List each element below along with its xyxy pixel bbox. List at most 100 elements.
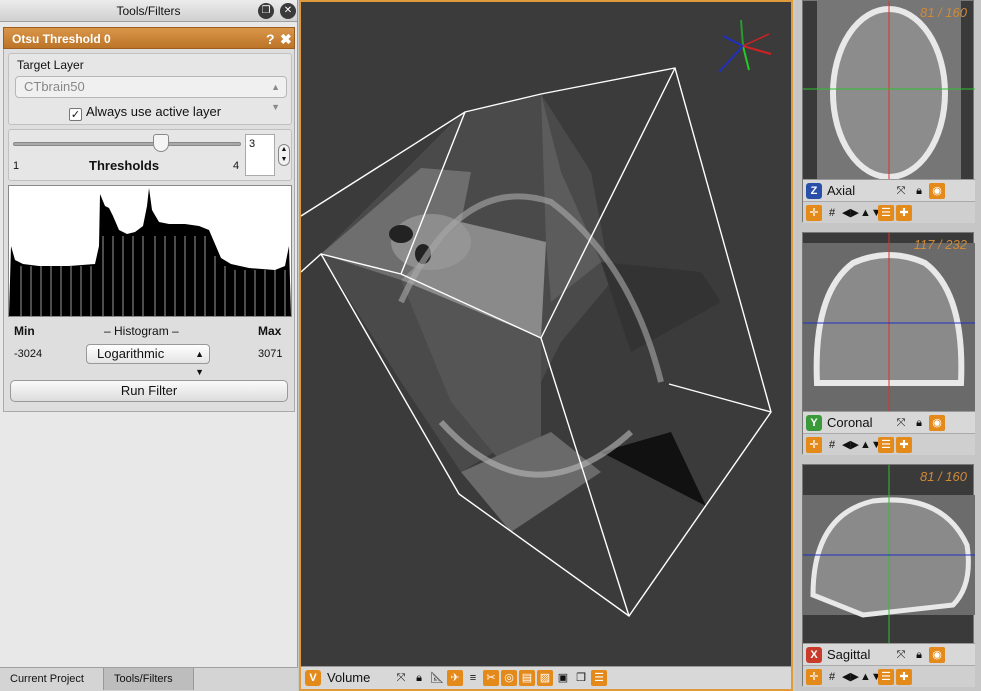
picking-icon[interactable]: ✚ <box>896 669 912 685</box>
target-layer-select[interactable]: CTbrain50 ▲ ▼ <box>15 76 287 112</box>
sagittal-badge: X <box>806 647 822 663</box>
slider-max-label: 4 <box>233 160 240 172</box>
volume-view-toolbar: V Volume ⤧ 🔒︎ 📐︎ ✈ ≡ ✂ ◎ ▤ ▨ ▣ ❒ ☰ <box>301 666 791 689</box>
maximize-view-icon[interactable]: ⤧ <box>893 415 909 431</box>
eye-icon[interactable]: ◉ <box>929 415 945 431</box>
orientation-axes-icon <box>718 19 772 73</box>
sagittal-title-bar: X Sagittal ⤧ 🔒︎ ◉ <box>803 643 975 665</box>
overlay-icon[interactable]: ▣ <box>555 670 571 686</box>
grid-icon[interactable]: # <box>824 669 840 685</box>
coronal-view[interactable]: 117 / 232 Y Coronal ⤧ 🔒︎ ◉ ✛ # ◀▶ ▲▼ ☰ ✚ <box>802 232 975 455</box>
thresholds-group: 1 Thresholds 4 3 ▲ ▼ <box>8 129 292 181</box>
stack-icon[interactable]: ≡ <box>465 670 481 686</box>
flip-vertical-icon[interactable]: ▲▼ <box>860 669 882 685</box>
grid-icon[interactable]: # <box>824 205 840 221</box>
crosshair-icon[interactable]: ✛ <box>806 669 822 685</box>
flip-vertical-icon[interactable]: ▲▼ <box>860 437 882 453</box>
close-icon[interactable]: ✕ <box>280 3 296 19</box>
axial-title-icons: ⤧ 🔒︎ ◉ <box>893 183 945 199</box>
select-arrows-icon: ▲ ▼ <box>195 349 204 377</box>
close-filter-icon[interactable]: ✖ <box>280 28 292 50</box>
volume-view-title: Volume <box>327 670 371 685</box>
volume-badge: V <box>305 670 321 686</box>
tools-filters-panel: Tools/Filters ❐ ✕ Otsu Threshold 0 ? ✖ T… <box>0 0 298 691</box>
maximize-view-icon[interactable]: ⤧ <box>393 670 409 686</box>
thresholds-stepper[interactable]: ▲ ▼ <box>278 144 290 166</box>
flip-vertical-icon[interactable]: ▲▼ <box>860 205 882 221</box>
target-layer-label: Target Layer <box>17 58 84 72</box>
thresholds-slider-track[interactable] <box>13 142 241 146</box>
eye-icon[interactable]: ◉ <box>929 183 945 199</box>
tab-tools-filters[interactable]: Tools/Filters <box>104 668 194 690</box>
volume-toolbar-icons: ⤧ 🔒︎ 📐︎ ✈ ≡ ✂ ◎ ▤ ▨ ▣ ❒ ☰ <box>393 670 607 686</box>
histogram-mode-select[interactable]: Logarithmic ▲ ▼ <box>86 344 210 377</box>
slice-views-panel: 81 / 160 Z Axial ⤧ 🔒︎ ◉ ✛ # ◀▶ ▲▼ ☰ ✚ 11… <box>795 0 981 691</box>
sagittal-tool-bar: ✛ # ◀▶ ▲▼ ☰ ✚ <box>803 665 975 687</box>
volume-render <box>301 67 772 617</box>
save-view-icon[interactable]: ▤ <box>519 670 535 686</box>
axial-title-bar: Z Axial ⤧ 🔒︎ ◉ <box>803 179 975 201</box>
grid-icon[interactable]: # <box>824 437 840 453</box>
maximize-view-icon[interactable]: ⤧ <box>893 183 909 199</box>
lock-icon[interactable]: 🔒︎ <box>911 183 927 199</box>
coronal-title: Coronal <box>827 415 873 430</box>
crosshair-icon[interactable]: ✛ <box>806 437 822 453</box>
picking-icon[interactable]: ✚ <box>896 205 912 221</box>
histogram-max-label: Max <box>258 324 282 338</box>
thresholds-label: Thresholds <box>89 158 160 173</box>
axial-slice-image <box>803 1 975 179</box>
iso-icon[interactable]: ◎ <box>501 670 517 686</box>
lock-icon[interactable]: 🔒︎ <box>911 415 927 431</box>
flip-horizontal-icon[interactable]: ◀▶ <box>842 437 859 453</box>
eye-icon[interactable]: ◉ <box>929 647 945 663</box>
thresholds-slider-thumb[interactable] <box>153 134 169 152</box>
slider-min-label: 1 <box>13 160 20 172</box>
coronal-tool-bar: ✛ # ◀▶ ▲▼ ☰ ✚ <box>803 433 975 455</box>
camera-icon[interactable]: ✈ <box>447 670 463 686</box>
notes-icon[interactable]: ☰ <box>591 670 607 686</box>
panel-title: Tools/Filters <box>116 4 181 18</box>
notes-icon[interactable]: ☰ <box>878 437 894 453</box>
cube-icon[interactable]: ❒ <box>573 670 589 686</box>
histogram-title: – Histogram – <box>104 324 179 338</box>
volume-3d-view[interactable]: V Volume ⤧ 🔒︎ 📐︎ ✈ ≡ ✂ ◎ ▤ ▨ ▣ ❒ ☰ <box>299 0 793 691</box>
target-layer-value: CTbrain50 <box>24 79 85 94</box>
flip-horizontal-icon[interactable]: ◀▶ <box>842 669 859 685</box>
axial-slice-counter: 81 / 160 <box>920 5 967 20</box>
axial-tool-icons: ✛ # ◀▶ ▲▼ ☰ ✚ <box>806 205 912 221</box>
crosshair-icon[interactable]: ✛ <box>806 205 822 221</box>
coronal-slice-image <box>803 233 975 411</box>
tab-current-project[interactable]: Current Project <box>0 668 104 690</box>
always-active-row[interactable]: ✓ Always use active layer <box>69 104 221 121</box>
histogram-min-label: Min <box>14 324 35 338</box>
flip-horizontal-icon[interactable]: ◀▶ <box>842 205 859 221</box>
run-filter-button[interactable]: Run Filter <box>10 380 288 402</box>
axial-badge: Z <box>806 183 822 199</box>
always-active-label: Always use active layer <box>86 104 222 119</box>
restore-window-icon[interactable]: ❐ <box>258 3 274 19</box>
coronal-title-bar: Y Coronal ⤧ 🔒︎ ◉ <box>803 411 975 433</box>
lock-icon[interactable]: 🔒︎ <box>911 647 927 663</box>
histogram[interactable] <box>8 185 292 317</box>
axial-tool-bar: ✛ # ◀▶ ▲▼ ☰ ✚ <box>803 201 975 223</box>
notes-icon[interactable]: ☰ <box>878 205 894 221</box>
lock-icon[interactable]: 🔒︎ <box>411 670 427 686</box>
filter-body: Target Layer CTbrain50 ▲ ▼ ✓ Always use ac… <box>3 49 295 412</box>
slice-toggle-icon[interactable]: ▨ <box>537 670 553 686</box>
always-active-checkbox[interactable]: ✓ <box>69 108 82 121</box>
select-arrows-icon: ▲ ▼ <box>271 82 280 112</box>
picking-icon[interactable]: ✚ <box>896 437 912 453</box>
measure-icon[interactable]: 📐︎ <box>429 670 445 686</box>
sagittal-tool-icons: ✛ # ◀▶ ▲▼ ☰ ✚ <box>806 669 912 685</box>
thresholds-input[interactable]: 3 <box>245 134 275 176</box>
axial-view[interactable]: 81 / 160 Z Axial ⤧ 🔒︎ ◉ ✛ # ◀▶ ▲▼ ☰ ✚ <box>802 0 975 223</box>
cut-icon[interactable]: ✂ <box>483 670 499 686</box>
notes-icon[interactable]: ☰ <box>878 669 894 685</box>
help-icon[interactable]: ? <box>266 28 275 50</box>
histogram-mode-value: Logarithmic <box>97 346 165 361</box>
sagittal-view[interactable]: 81 / 160 X Sagittal ⤧ 🔒︎ ◉ ✛ # ◀▶ ▲▼ ☰ ✚ <box>802 464 975 687</box>
coronal-badge: Y <box>806 415 822 431</box>
histogram-plot <box>9 188 291 316</box>
maximize-view-icon[interactable]: ⤧ <box>893 647 909 663</box>
filter-header[interactable]: Otsu Threshold 0 ? ✖ <box>3 27 295 49</box>
